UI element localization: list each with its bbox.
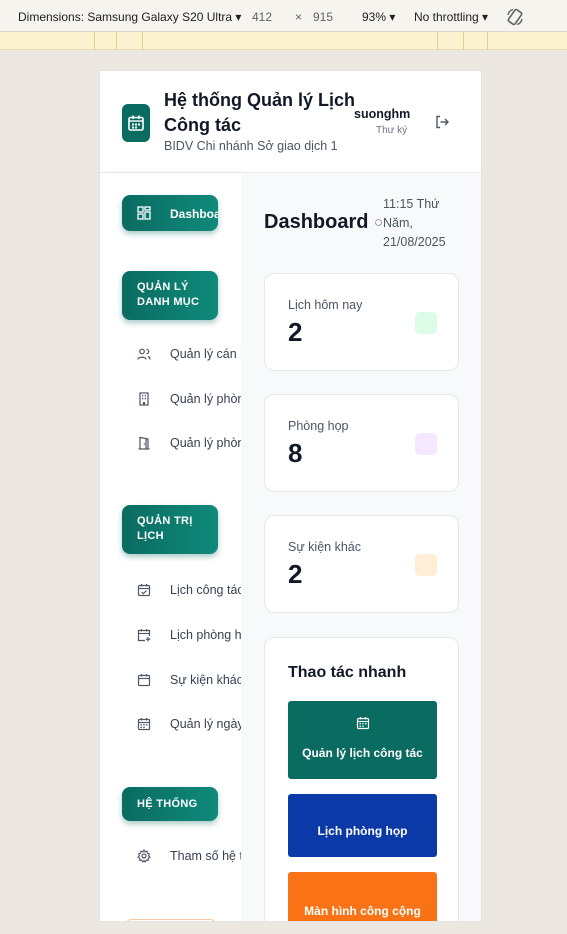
sidebar-item-dashboard[interactable]: Dashboard [122,195,218,231]
section-header-he-thong[interactable]: HỆ THỐNG [122,787,218,821]
sidebar-bottom-button[interactable] [124,919,218,921]
stat-card-su-kien-khac[interactable]: Sự kiện khác 2 [264,515,459,613]
sidebar-item-lich-phong-hop[interactable]: Lịch phòng họp [100,624,241,648]
zoom-select[interactable]: 93% ▾ [362,10,395,24]
stat-color-icon [415,433,437,455]
dimension-separator: × [295,10,303,24]
gear-icon [137,849,151,863]
dashboard-icon [137,206,151,220]
sidebar-item-label: Lịch công tác [170,583,241,597]
calendar-icon [137,674,151,687]
clock-icon [375,219,382,226]
stat-label: Lịch hôm nay [288,298,363,312]
sidebar-item-tham-so-he-thong[interactable]: Tham số hệ thống [100,845,241,869]
sidebar-item-label: Sự kiện khác [170,673,241,687]
user-role: Thư ký [376,125,408,136]
stat-value: 8 [288,438,303,468]
sidebar-item-lich-cong-tac[interactable]: Lịch công tác [100,579,241,603]
media-query-ruler[interactable] [0,32,567,50]
door-icon [138,436,150,450]
rotate-icon[interactable] [505,7,525,27]
sidebar-item-quan-ly-ngay-le[interactable]: Quản lý ngày lễ [100,713,241,737]
quick-actions-title: Thao tác nhanh [288,664,407,681]
calendar-icon [356,717,370,730]
stat-value: 2 [288,317,303,347]
width-input[interactable]: 412 [252,10,272,24]
quick-action-label: Lịch phòng họp [317,824,408,838]
sidebar-item-label: Dashboard [170,207,218,221]
quick-action-man-hinh-cong-cong[interactable]: Màn hình công cộng [288,872,437,921]
device-select[interactable]: Dimensions: Samsung Galaxy S20 Ultra ▾ [18,10,241,24]
logout-icon[interactable] [434,114,450,130]
page-title: Dashboard [264,211,369,233]
user-name: suonghm [354,107,411,121]
users-icon [137,348,151,360]
height-input[interactable]: 915 [313,10,333,24]
quick-action-label: Quản lý lịch công tác [302,746,423,760]
section-header-quan-tri-lich[interactable]: QUẢN TRỊ LỊCH [122,505,218,554]
sidebar: Dashboard QUẢN LÝ DANH MỤC Quản lý cán b… [100,173,241,921]
throttling-select[interactable]: No throttling ▾ [414,10,488,24]
stat-value: 2 [288,559,303,589]
app-title: Hệ thống Quản lý Lịch Công tác [164,90,356,135]
current-datetime: 11:15 Thứ Năm, 21/08/2025 [383,197,446,249]
sidebar-item-label: Lịch phòng họp [170,628,241,642]
calendar-grid-icon [137,718,151,731]
sidebar-item-label: Quản lý phòng họp [170,436,241,450]
stat-color-icon [415,554,437,576]
sidebar-item-su-kien-khac[interactable]: Sự kiện khác [100,669,241,693]
sidebar-item-quan-ly-can-bo[interactable]: Quản lý cán bộ [100,343,241,367]
building-icon [139,392,149,406]
devtools-toolbar: Dimensions: Samsung Galaxy S20 Ultra ▾ 4… [0,0,567,32]
stat-card-lich-hom-nay[interactable]: Lịch hôm nay 2 [264,273,459,371]
quick-action-lich-phong-hop[interactable]: Lịch phòng họp [288,794,437,857]
quick-action-quan-ly-lich-cong-tac[interactable]: Quản lý lịch công tác [288,701,437,779]
app-header: Hệ thống Quản lý Lịch Công tác BIDV Chi … [100,71,481,173]
quick-actions-card: Thao tác nhanh Quản lý lịch công tác Lịc… [264,637,459,921]
sidebar-item-label: Quản lý ngày lễ [170,717,241,731]
stat-color-icon [415,312,437,334]
main-content: Dashboard 11:15 Thứ Năm, 21/08/2025 Lịch… [241,173,481,921]
stat-label: Sự kiện khác [288,540,361,554]
stat-label: Phòng họp [288,419,349,433]
sidebar-item-quan-ly-phong-ban[interactable]: Quản lý phòng ban [100,388,241,412]
calendar-logo-icon [122,104,150,142]
sidebar-item-label: Quản lý cán bộ [170,347,241,361]
quick-action-label: Màn hình công cộng [304,904,421,918]
sidebar-item-quan-ly-phong-hop[interactable]: Quản lý phòng họp [100,432,241,456]
device-viewport: Hệ thống Quản lý Lịch Công tác BIDV Chi … [99,70,482,922]
calendar-check-icon [137,584,151,597]
branch-name: BIDV Chi nhánh Sở giao dịch 1 [164,139,338,153]
stat-card-phong-hop[interactable]: Phòng họp 8 [264,394,459,492]
section-header-danh-muc[interactable]: QUẢN LÝ DANH MỤC [122,271,218,320]
sidebar-item-label: Tham số hệ thống [170,849,241,863]
sidebar-item-label: Quản lý phòng ban [170,392,241,406]
calendar-plus-icon [137,629,151,642]
